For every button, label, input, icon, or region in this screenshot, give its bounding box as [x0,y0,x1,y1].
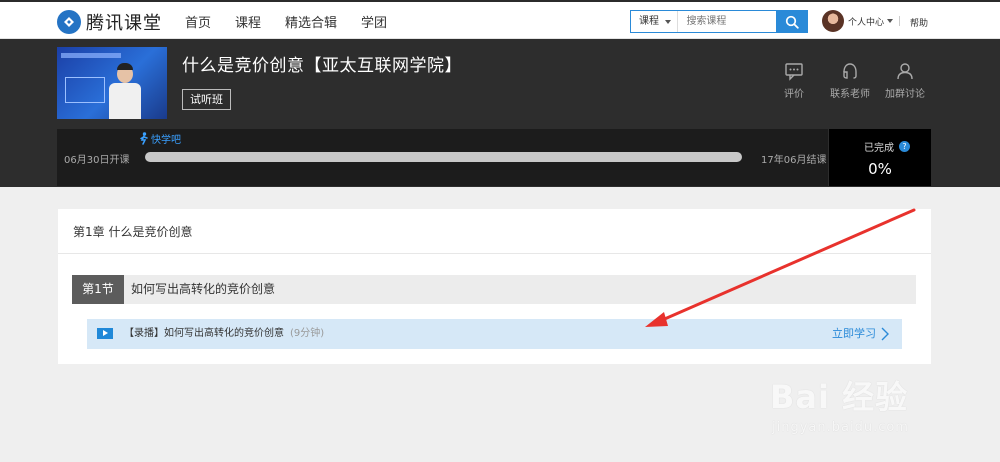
search-icon [785,15,799,29]
watermark-logo: Bai 经验 [770,378,909,416]
search-input[interactable] [678,11,777,32]
chapter-card: 第1章 什么是竞价创意 第1节 如何写出高转化的竞价创意 【录播】如何写出高转化… [58,209,931,364]
contact-teacher-label: 联系老师 [830,89,870,100]
course-end-date: 17年06月结课 [761,155,827,166]
lesson-row[interactable]: 【录播】如何写出高转化的竞价创意 (9分钟) 立即学习 [87,319,902,349]
help-icon[interactable]: ? [899,141,910,152]
course-title: 什么是竞价创意【亚太互联网学院】 [182,56,462,76]
watermark-url: jingyan.baidu.com [772,420,909,435]
main-nav: 首页 课程 精选合辑 学团 [185,12,411,31]
lesson-title: 【录播】如何写出高转化的竞价创意 [124,328,284,339]
video-play-icon [97,328,113,339]
search-button[interactable] [776,10,807,33]
completion-label: 已完成 [864,143,894,154]
help-link[interactable]: 帮助 [910,16,928,29]
watermark: Bai 经验 jingyan.baidu.com [770,372,909,435]
section-title: 如何写出高转化的竞价创意 [131,282,276,296]
join-group-label: 加群讨论 [885,89,925,100]
contact-teacher-button[interactable]: 联系老师 [830,61,870,100]
lesson-text: 【录播】如何写出高转化的竞价创意 (9分钟) [124,319,324,349]
user-menu[interactable]: 个人中心 [822,10,901,32]
runner-icon [140,132,148,145]
nav-item-collections[interactable]: 精选合辑 [285,12,337,31]
nav-item-courses[interactable]: 课程 [235,12,261,31]
brand-name: 腾讯课堂 [86,13,162,34]
course-start-date: 06月30日开课 [64,155,130,166]
chapter-title: 第1章 什么是竞价创意 [73,225,193,239]
start-learning-link[interactable]: 立即学习 [832,319,890,349]
search-bar: 课程 [630,10,808,33]
search-category-label: 课程 [639,16,659,27]
chevron-right-icon [881,327,889,341]
join-group-button[interactable]: 加群讨论 [885,61,925,100]
thumbnail-presenter-hair [117,63,133,70]
logo[interactable]: 腾讯课堂 [57,9,162,35]
completion-value: 0% [868,160,892,178]
search-category-select[interactable]: 课程 [631,11,679,32]
course-progress-area: 06月30日开课 快学吧 17年06月结课 [57,129,828,186]
progress-marker: 快学吧 [139,131,181,146]
thumbnail-presenter-body [109,83,141,119]
course-header: 什么是竞价创意【亚太互联网学院】 试听班 评价 联系老师 加群讨论 06月30日… [0,39,1000,187]
nav-item-groups[interactable]: 学团 [361,12,387,31]
chevron-down-icon [665,20,672,24]
avatar[interactable] [822,10,844,32]
course-thumbnail[interactable] [57,47,167,119]
review-button[interactable]: 评价 [784,61,804,100]
lesson-duration: (9分钟) [290,328,325,339]
thumbnail-banner [61,53,121,58]
headset-icon [843,63,857,79]
completion-panel: 已完成 ? 0% [829,129,931,186]
section-number: 第1节 [72,275,124,304]
user-center-label: 个人中心 [848,17,885,28]
chevron-down-icon [887,19,894,23]
divider [899,16,901,26]
nav-item-home[interactable]: 首页 [185,12,211,31]
thumbnail-screen [65,77,105,103]
progress-marker-label: 快学吧 [151,135,181,146]
user-icon [897,63,913,80]
section-row: 第1节 如何写出高转化的竞价创意 [72,275,916,304]
logo-icon [57,10,81,34]
trial-class-badge: 试听班 [182,89,231,110]
comment-icon [785,63,803,81]
course-progress-bar [145,152,742,162]
review-label: 评价 [784,89,804,100]
top-navigation: 腾讯课堂 首页 课程 精选合辑 学团 课程 个人中心 帮助 [0,0,1000,39]
start-learning-label: 立即学习 [832,327,876,340]
divider [58,253,931,254]
